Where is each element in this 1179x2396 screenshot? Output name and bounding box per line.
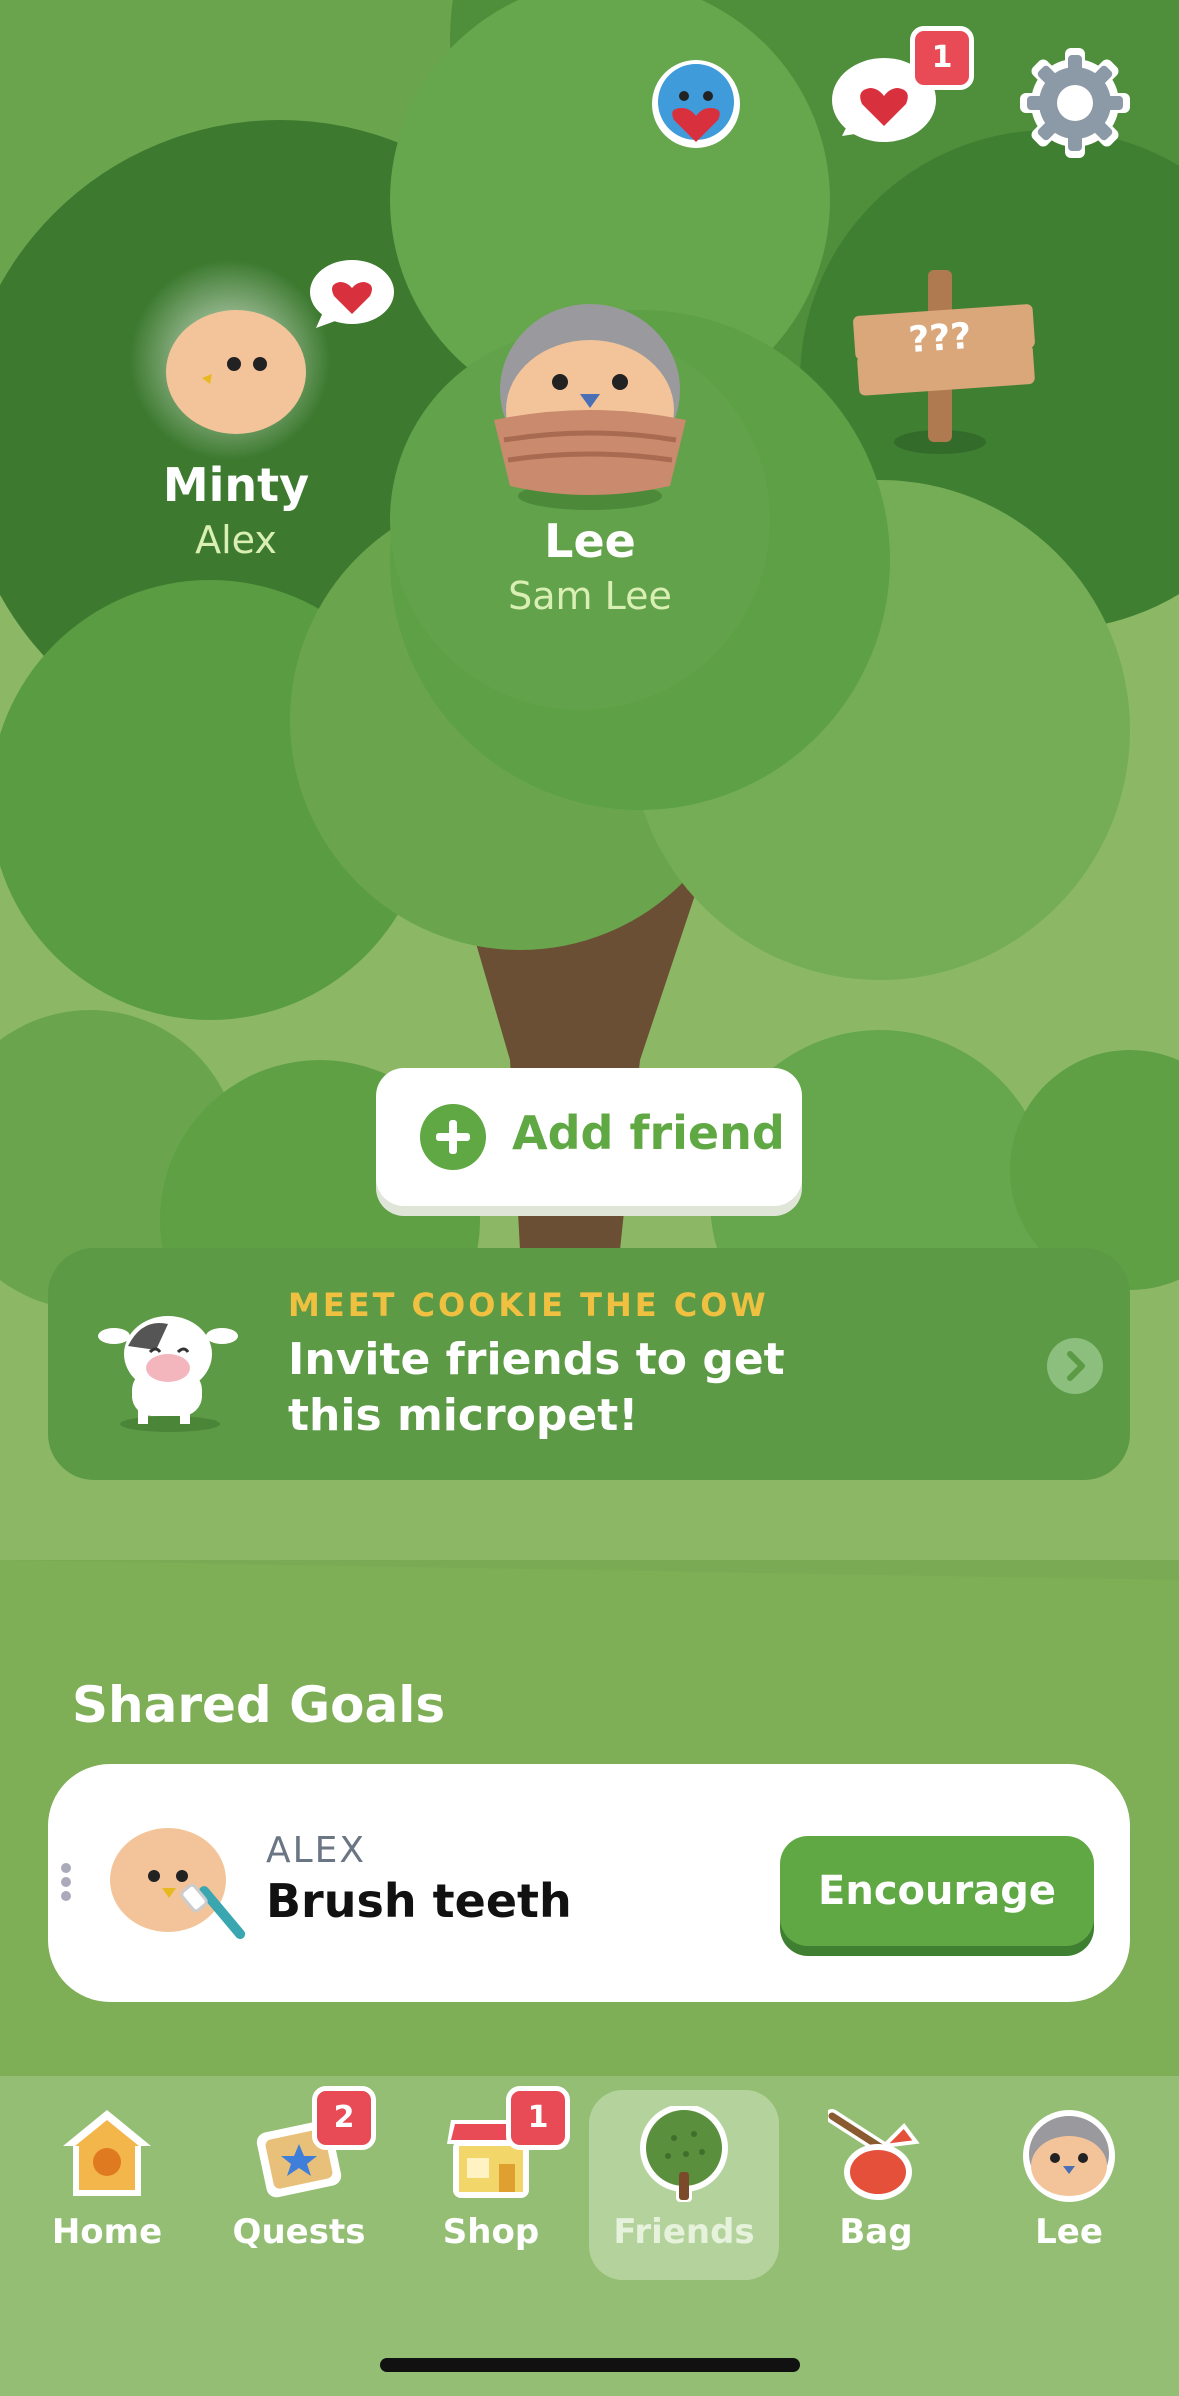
promo-text: Invite friends to get this micropet! [288, 1334, 785, 1441]
pet-name: Minty [162, 458, 310, 512]
tree-icon [640, 2106, 728, 2202]
drag-handle-icon[interactable] [60, 1862, 72, 1902]
section-title: Shared Goals [72, 1676, 446, 1734]
quests-badge: 2 [312, 2086, 376, 2150]
tab-label: Lee [1035, 2212, 1103, 2252]
tab-label: Shop [442, 2212, 540, 2252]
tab-home[interactable]: Home [12, 2090, 202, 2280]
bird-heart-icon[interactable] [650, 52, 742, 152]
bag-icon [828, 2109, 920, 2200]
signpost-icon[interactable] [850, 270, 1040, 460]
home-indicator[interactable] [380, 2358, 800, 2372]
tab-label: Bag [839, 2212, 913, 2252]
chevron-right-icon[interactable] [1047, 1338, 1103, 1394]
notification-badge: 1 [910, 26, 974, 90]
owner-name: Alex [195, 518, 277, 562]
add-friend-label: Add friend [512, 1106, 785, 1160]
promo-eyebrow: MEET COOKIE THE COW [288, 1286, 769, 1324]
promo-card[interactable]: MEET COOKIE THE COW Invite friends to ge… [48, 1248, 1130, 1480]
add-friend-button[interactable]: Add friend [376, 1068, 802, 1206]
pet-name: Lee [544, 514, 636, 568]
goal-name: Brush teeth [266, 1874, 572, 1928]
pet-toothbrush-icon [106, 1824, 256, 1964]
profile-avatar-icon [1023, 2110, 1115, 2202]
tab-quests[interactable]: 2 Quests [204, 2086, 394, 2280]
encourage-button[interactable]: Encourage [780, 1836, 1094, 1946]
tab-label: Friends [613, 2212, 755, 2252]
tab-bag[interactable]: Bag [781, 2090, 971, 2280]
house-icon [63, 2110, 151, 2196]
tab-friends[interactable]: Friends [589, 2090, 779, 2280]
tab-label: Quests [232, 2212, 366, 2252]
heart-bubble-icon [306, 258, 396, 334]
owner-name: Sam Lee [508, 574, 672, 618]
cow-icon [98, 1306, 238, 1436]
signpost-text: ??? [907, 315, 973, 362]
pet-avatar-lee[interactable] [480, 290, 700, 510]
gear-icon[interactable] [1020, 48, 1130, 158]
tab-label: Home [51, 2212, 163, 2252]
friends-screen: 1 Minty Alex Lee Sam Lee ??? Add friend … [0, 0, 1179, 2396]
goal-card[interactable]: ALEX Brush teeth Encourage [48, 1764, 1130, 2002]
plus-circle-icon [420, 1104, 486, 1170]
goal-owner: ALEX [266, 1830, 367, 1871]
tab-shop[interactable]: 1 Shop [396, 2086, 586, 2280]
tab-lee[interactable]: Lee [974, 2090, 1164, 2280]
shop-badge: 1 [506, 2086, 570, 2150]
